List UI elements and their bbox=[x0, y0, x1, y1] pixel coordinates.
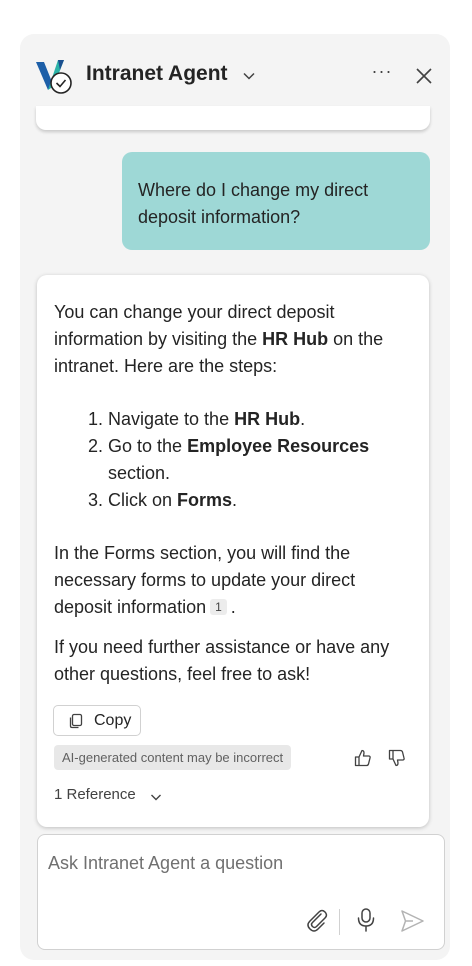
response-body: You can change your direct deposit infor… bbox=[54, 299, 414, 688]
ai-disclaimer-badge: AI-generated content may be incorrect bbox=[54, 745, 292, 770]
chevron-down-icon[interactable] bbox=[149, 790, 163, 804]
paperclip-icon[interactable] bbox=[304, 907, 330, 933]
hr-hub-emphasis: HR Hub bbox=[262, 329, 329, 349]
copy-label: Copy bbox=[94, 712, 132, 729]
copy-button[interactable]: Copy bbox=[53, 705, 141, 736]
agent-response-card: You can change your direct deposit infor… bbox=[37, 275, 429, 827]
previous-message-card bbox=[36, 106, 430, 130]
thumbs-down-icon[interactable] bbox=[387, 748, 407, 768]
response-intro: You can change your direct deposit infor… bbox=[54, 302, 384, 376]
copy-icon bbox=[69, 713, 83, 729]
close-icon[interactable] bbox=[414, 66, 434, 86]
forms-paragraph: In the Forms section, you will find the … bbox=[54, 543, 356, 617]
question-input[interactable] bbox=[48, 853, 428, 874]
user-message-bubble: Where do I change my direct deposit info… bbox=[122, 152, 430, 250]
thumbs-up-icon[interactable] bbox=[353, 748, 373, 768]
list-item: Navigate to the HR Hub. bbox=[108, 406, 414, 433]
chevron-down-icon[interactable] bbox=[241, 68, 257, 84]
microphone-icon[interactable] bbox=[354, 907, 378, 933]
more-options-icon[interactable]: ··· bbox=[370, 62, 394, 86]
closing-paragraph: If you need further assistance or have a… bbox=[54, 637, 390, 684]
send-icon[interactable] bbox=[399, 908, 425, 934]
agent-title[interactable]: Intranet Agent bbox=[86, 62, 228, 86]
steps-list: Navigate to the HR Hub. Go to the Employ… bbox=[54, 406, 414, 514]
citation-badge[interactable]: 1 bbox=[210, 599, 227, 615]
references-toggle[interactable]: 1 Reference bbox=[54, 786, 136, 803]
agent-logo-icon bbox=[36, 60, 72, 94]
divider bbox=[339, 909, 340, 935]
message-composer bbox=[37, 834, 445, 950]
chat-panel: Intranet Agent ··· Where do I change my … bbox=[20, 34, 450, 960]
list-item: Go to the Employee Resources section. bbox=[108, 433, 414, 487]
header: Intranet Agent ··· bbox=[20, 34, 450, 114]
user-message-text: Where do I change my direct deposit info… bbox=[138, 180, 369, 227]
list-item: Click on Forms. bbox=[108, 487, 414, 514]
